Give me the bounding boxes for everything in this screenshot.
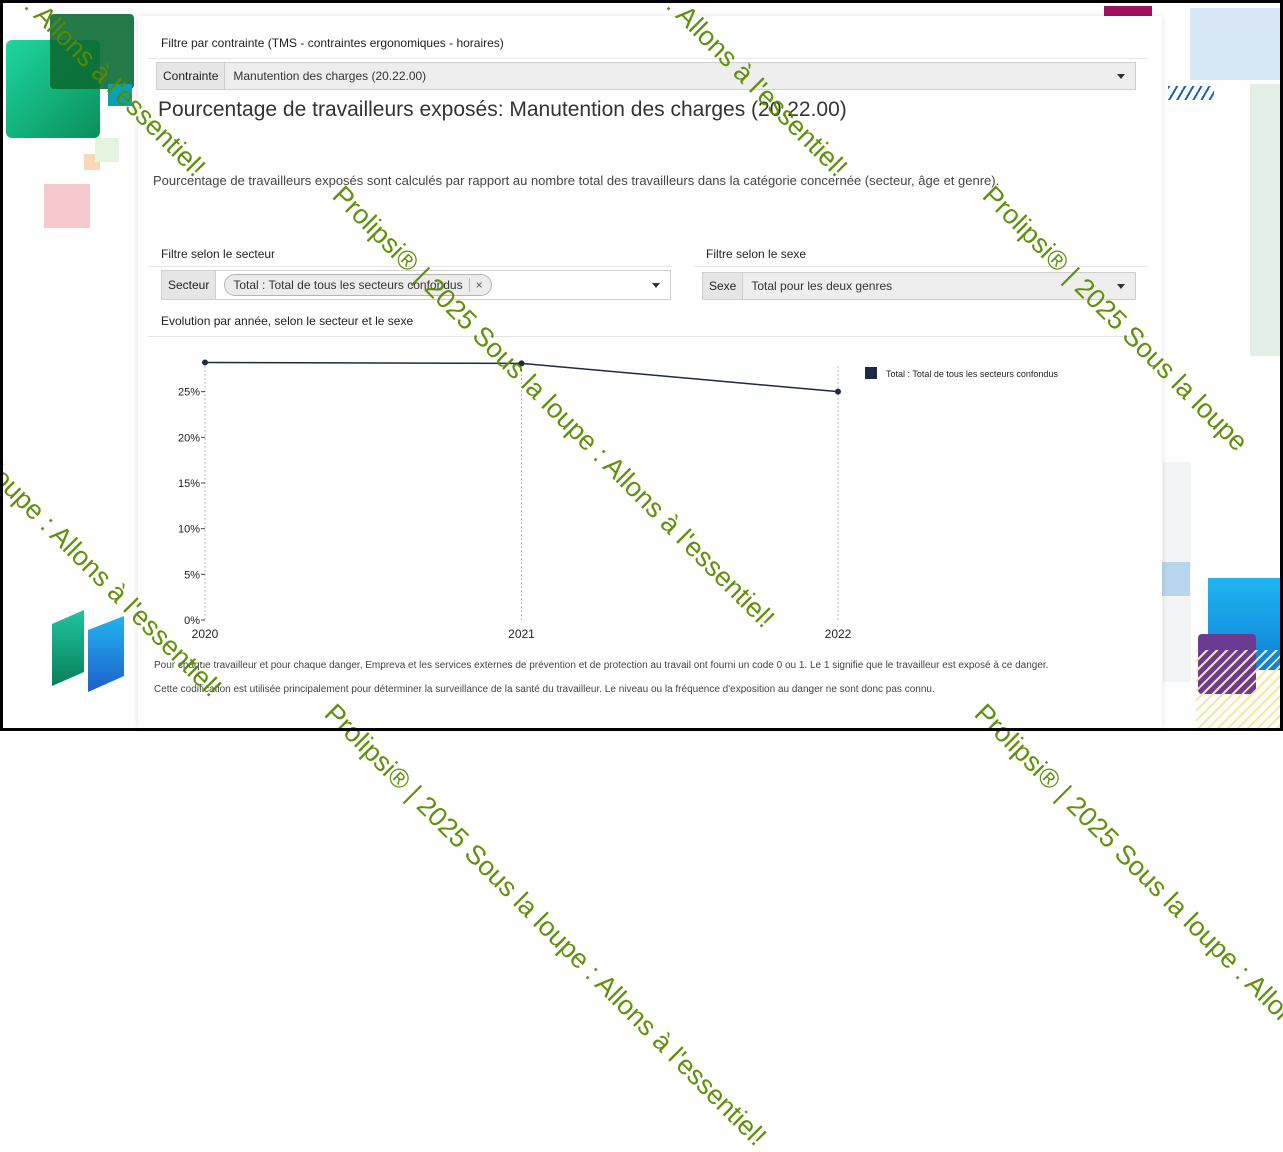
decor-light-blue-small (1160, 562, 1190, 596)
decor-dark-green-square (50, 14, 134, 89)
constraint-filter-label: Filtre par contrainte (TMS - contraintes… (161, 36, 504, 50)
sex-addon: Sexe (703, 273, 744, 299)
decor-yellow-hatch (1196, 650, 1280, 728)
page-title: Pourcentage de travailleurs exposés: Man… (158, 98, 847, 121)
legend-label: Total : Total de tous les secteurs confo… (886, 369, 1058, 379)
content-panel: Filtre par contrainte (TMS - contraintes… (138, 16, 1162, 728)
legend-swatch (865, 367, 877, 379)
description-text: Pourcentage de travailleurs exposés sont… (153, 173, 1000, 188)
sector-filter-label: Filtre selon le secteur (161, 247, 276, 261)
footnote-line-1: Pour chaque travailleur et pour chaque d… (154, 660, 1049, 671)
y-tick-label: 25% (178, 387, 200, 399)
sex-filter-label: Filtre selon le sexe (706, 247, 807, 261)
data-point (835, 388, 841, 395)
sector-select[interactable]: Secteur Total : Total de tous les secteu… (161, 270, 671, 300)
constraint-selected-value: Manutention des charges (20.22.00) (233, 69, 427, 83)
x-tick-label: 2021 (508, 627, 535, 641)
sector-chip[interactable]: Total : Total de tous les secteurs confo… (224, 274, 492, 296)
x-tick-label: 2022 (825, 627, 852, 641)
watermark-text: Prolipsi® | 2025 Sous la loupe : Allons … (318, 698, 773, 1152)
sector-addon: Secteur (162, 271, 217, 299)
y-tick-label: 15% (178, 478, 200, 490)
chevron-down-icon (652, 282, 660, 288)
decor-light-green-strip (1250, 84, 1281, 356)
decor-pink-square (44, 184, 90, 228)
sex-selected-value: Total pour les deux genres (751, 279, 893, 293)
chip-remove-icon[interactable]: × (468, 278, 483, 292)
chevron-down-icon (1117, 73, 1125, 79)
constraint-addon: Contrainte (157, 63, 226, 89)
y-tick-label: 10% (178, 524, 200, 536)
sector-chip-label: Total : Total de tous les secteurs confo… (233, 278, 463, 292)
data-point (202, 359, 208, 366)
decor-mint-square (95, 138, 119, 162)
watermark-text: Prolipsi® | 2025 Sous la loupe : Allons … (968, 698, 1283, 1152)
line-chart: 0% 5% 10% 15% 20% 25% 2020 2021 2022 Total : To… (178, 359, 1058, 641)
sex-select[interactable]: Sexe Total pour les deux genres (702, 272, 1136, 300)
brand-logo-icon (48, 610, 128, 694)
chart-heading: Evolution par année, selon le secteur et… (161, 314, 414, 328)
decor-light-blue-square (1190, 8, 1280, 80)
y-tick-label: 20% (178, 432, 200, 444)
x-tick-label: 2020 (192, 627, 219, 641)
footnote-line-2: Cette codification est utilisée principa… (154, 684, 935, 695)
decor-hatch (1168, 86, 1214, 100)
y-tick-label: 0% (184, 615, 200, 627)
y-tick-label: 5% (184, 569, 200, 581)
constraint-select[interactable]: Contrainte Manutention des charges (20.2… (156, 62, 1136, 90)
decor-teal-square (108, 84, 132, 106)
chevron-down-icon (1117, 283, 1125, 289)
data-point (518, 360, 525, 367)
